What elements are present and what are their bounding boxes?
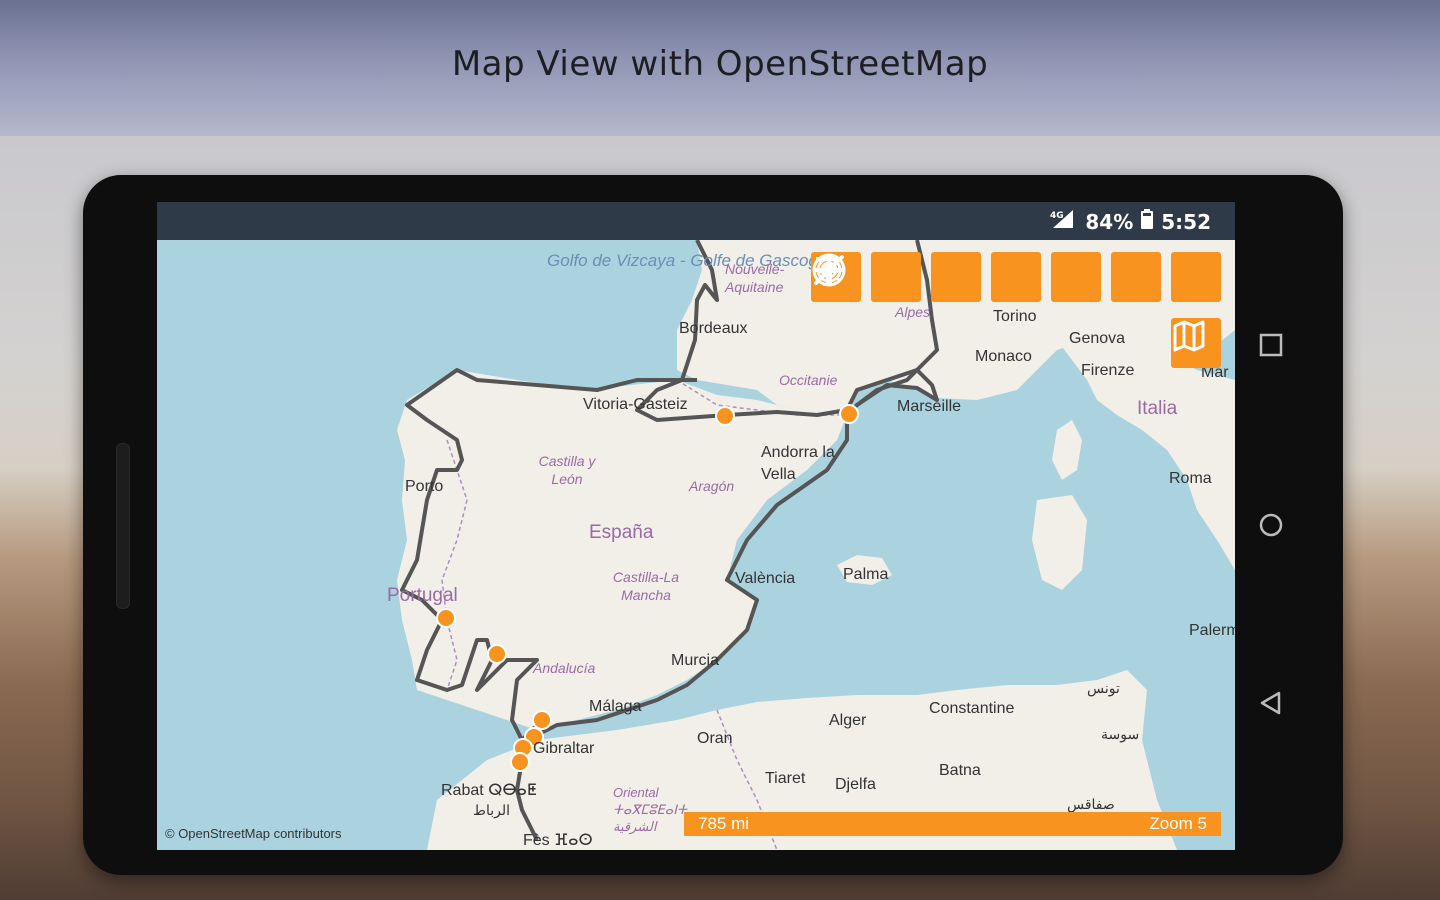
map-label-tunis: تونس: [1087, 680, 1120, 696]
map-marker[interactable]: [839, 404, 859, 424]
map-label-malaga: Málaga: [589, 698, 642, 715]
measure-button[interactable]: [814, 252, 1041, 302]
map-label-gibraltar: Gibraltar: [533, 740, 595, 757]
signal-icon: 4G: [1049, 208, 1077, 235]
zoom-in-button[interactable]: [815, 252, 981, 302]
map-label-espana: España: [589, 522, 654, 543]
home-button[interactable]: [1251, 505, 1291, 545]
map-label-vitoria: Vitoria-Gasteiz: [583, 396, 688, 413]
circle-icon: [1259, 513, 1283, 537]
map-label-torino: Torino: [993, 308, 1037, 325]
map-label-fes: Fès ⴼⴰⵙ: [523, 832, 593, 849]
scale-distance: 785 mi: [698, 814, 750, 833]
map-marker[interactable]: [532, 710, 552, 730]
android-nav-bar: [1251, 325, 1291, 725]
battery-icon: [1141, 209, 1154, 234]
map-label-marseille: Marseille: [897, 398, 962, 415]
upload-button[interactable]: [816, 252, 1101, 302]
map-label-djelfa: Djelfa: [835, 776, 876, 793]
promo-banner: Map View with OpenStreetMap: [0, 0, 1440, 136]
back-triangle-icon: [1260, 691, 1281, 715]
map-label-castilla-leon: Castilla y León: [538, 453, 596, 487]
more-vertical-icon: [825, 255, 833, 285]
map-label-monaco: Monaco: [975, 348, 1032, 365]
map-label-rabat: Rabat ⵕⴱⴰⵟ: [441, 782, 537, 799]
map-label-italia: Italia: [1137, 398, 1178, 419]
map-label-andorra: Andorra la Vella: [761, 444, 835, 483]
scale-bar: 785 mi Zoom 5: [684, 812, 1221, 836]
map-marker[interactable]: [436, 608, 456, 628]
map-toolbar: [811, 252, 1221, 302]
map-label-golfo: Golfo de Vizcaya - Golfe de Gascogne: [547, 251, 837, 270]
device-screen: 4G 84% 5:52 Golfo de Vizcaya - Golfe de …: [157, 202, 1235, 850]
map-label-nouvelle-aquitaine: Nouvelle-Aquitaine: [725, 261, 785, 295]
map-label-castilla-mancha: Castilla-La Mancha: [612, 569, 680, 603]
map-label-porto: Porto: [405, 478, 444, 495]
svg-text:4G: 4G: [1050, 211, 1064, 221]
clock: 5:52: [1161, 209, 1211, 234]
recents-button[interactable]: [1251, 325, 1291, 365]
map-label-sousse: سوسة: [1101, 726, 1140, 742]
battery-percent: 84%: [1085, 209, 1134, 234]
map-label-firenze: Firenze: [1081, 362, 1135, 379]
map-label-occitanie: Occitanie: [779, 372, 838, 388]
back-button[interactable]: [1251, 683, 1291, 723]
map-label-palermo: Palermo: [1189, 622, 1235, 639]
banner-title: Map View with OpenStreetMap: [451, 44, 989, 84]
map-label-batna: Batna: [939, 762, 981, 779]
map-marker[interactable]: [487, 644, 507, 664]
map-label-andalucia: Andalucía: [533, 660, 596, 676]
map-label-roma: Roma: [1169, 470, 1212, 487]
map-label-tiaret: Tiaret: [765, 770, 806, 787]
info-button[interactable]: [812, 252, 921, 302]
map-label-oran: Oran: [697, 730, 733, 747]
map-label-sfax: صفاقس: [1067, 796, 1115, 812]
map-label-aragon: Aragón: [689, 478, 735, 494]
map-attribution: © OpenStreetMap contributors: [165, 826, 342, 841]
map-label-murcia: Murcia: [671, 652, 720, 669]
map-label-oriental: Oriental ⵜⴰⴳⵎⵓⴹⴰⵏⵜ الشرقية: [613, 785, 687, 834]
map-label-alger: Alger: [829, 712, 867, 729]
brightness-button[interactable]: [813, 252, 1161, 302]
square-icon: [1259, 333, 1283, 357]
map-label-alpes: Alpes: [895, 304, 931, 320]
map-label-genova: Genova: [1069, 330, 1126, 347]
map-label-valencia: València: [735, 570, 796, 587]
map-layers-icon: [1173, 320, 1205, 352]
map-label-constantine: Constantine: [929, 700, 1015, 717]
tablet-side-grip: [116, 443, 130, 609]
map-marker[interactable]: [510, 752, 530, 772]
map-marker[interactable]: [715, 406, 735, 426]
map-label-portugal: Portugal: [387, 585, 458, 606]
map-layers-button[interactable]: [1171, 318, 1221, 368]
map-label-palma: Palma: [843, 566, 889, 583]
map-label-bordeaux: Bordeaux: [679, 320, 748, 337]
zoom-level: Zoom 5: [1149, 814, 1207, 833]
status-bar: 4G 84% 5:52: [157, 202, 1235, 240]
tablet-frame: 4G 84% 5:52 Golfo de Vizcaya - Golfe de …: [83, 175, 1343, 875]
more-button[interactable]: [825, 252, 1221, 302]
map-view[interactable]: Golfo de Vizcaya - Golfe de Gascogne Nou…: [157, 240, 1235, 850]
map-label-rabat-ar: الرباط: [473, 802, 510, 818]
